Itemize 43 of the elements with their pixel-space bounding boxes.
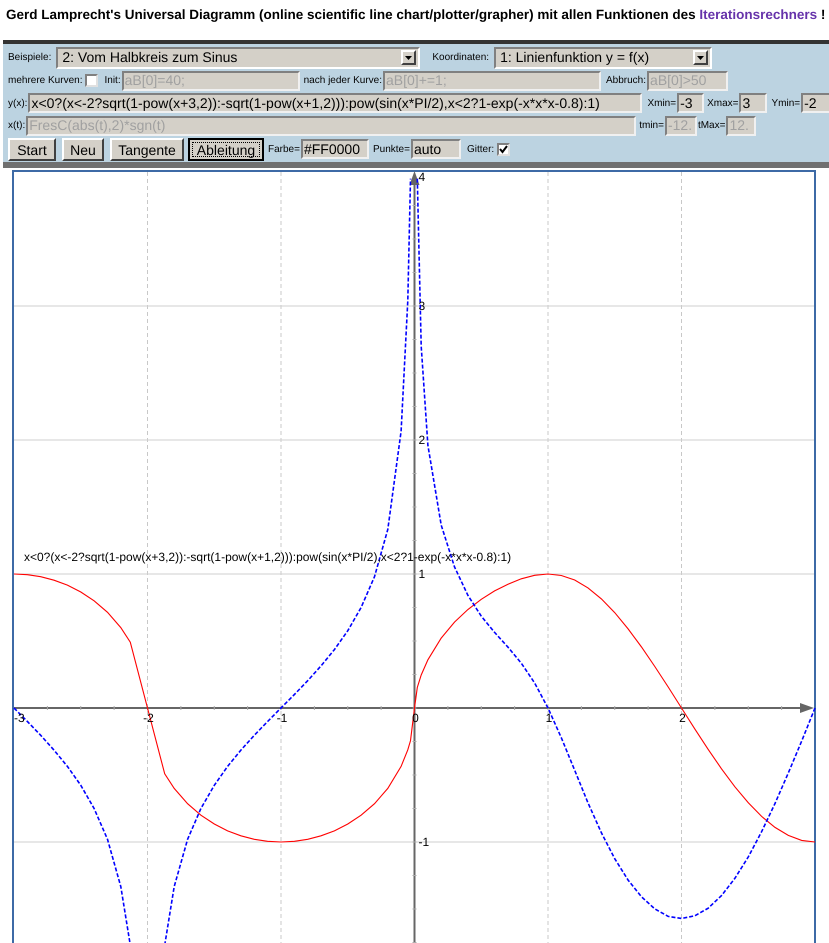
axis-label: 1 bbox=[546, 711, 552, 725]
button[interactable]: Neu bbox=[62, 138, 104, 160]
axis-label: 3 bbox=[418, 299, 426, 313]
input-field[interactable]: -2 bbox=[801, 93, 829, 113]
field-label: tmin= bbox=[639, 119, 664, 133]
field-label: Init: bbox=[104, 74, 121, 88]
axis-label: -1 bbox=[276, 711, 288, 725]
page-title: Gerd Lamprecht's Universal Diagramm (online scientific line chart/plotter/grapher) mit allen Funktionen des Iterationsrechners ! bbox=[5, 6, 826, 24]
axis-label: -3 bbox=[14, 711, 25, 725]
axis-label: -1 bbox=[418, 835, 430, 849]
field-label: Abbruch: bbox=[606, 74, 646, 88]
axis-label: 1 bbox=[418, 567, 426, 581]
button[interactable]: Start bbox=[8, 138, 56, 160]
field-label: Xmin= bbox=[647, 96, 676, 110]
field-label: y(x): bbox=[8, 96, 28, 110]
select-dropdown[interactable]: 2: Vom Halbkreis zum Sinus bbox=[56, 46, 420, 68]
checkbox[interactable] bbox=[497, 142, 510, 156]
button[interactable]: Ableitung bbox=[188, 138, 264, 160]
link[interactable]: Iterationsrechners bbox=[699, 7, 818, 22]
checkbox[interactable] bbox=[85, 74, 98, 87]
caret-icon bbox=[401, 50, 416, 65]
caret-icon bbox=[693, 50, 708, 65]
input-field[interactable]: x<0?(x<-2?sqrt(1-pow(x+3,2)):-sqrt(1-pow(x+1,2))):pow(sin(x*PI/2),x<2?1-exp(-x*x*x-0.8):1) bbox=[28, 93, 642, 113]
field-label: Gitter: bbox=[466, 142, 494, 156]
field-label: Beispiele: bbox=[8, 51, 52, 65]
field-label: tMax= bbox=[698, 119, 726, 133]
select-dropdown[interactable]: 1: Linienfunktion y = f(x) bbox=[494, 46, 712, 68]
field-label: nach jeder Kurve: bbox=[304, 74, 382, 88]
field-label: Farbe= bbox=[268, 142, 300, 156]
axis-label: 4 bbox=[418, 170, 426, 184]
field-label: Koordinaten: bbox=[432, 51, 490, 65]
button[interactable]: Tangente bbox=[110, 138, 184, 160]
field-label: Xmax= bbox=[707, 96, 738, 110]
field-label: Ymin= bbox=[771, 96, 800, 110]
input-field[interactable]: #FF0000 bbox=[300, 139, 369, 159]
field-label: Punkte= bbox=[372, 142, 410, 156]
field-label: x(t): bbox=[8, 119, 26, 133]
input-field[interactable]: -3 bbox=[677, 93, 704, 113]
input-field[interactable]: 3 bbox=[739, 93, 768, 113]
axis-label: 2 bbox=[679, 711, 686, 725]
field-label: mehrere Kurven: bbox=[8, 74, 82, 88]
input-field[interactable]: auto bbox=[410, 139, 461, 159]
axis-label: 2 bbox=[418, 433, 426, 447]
